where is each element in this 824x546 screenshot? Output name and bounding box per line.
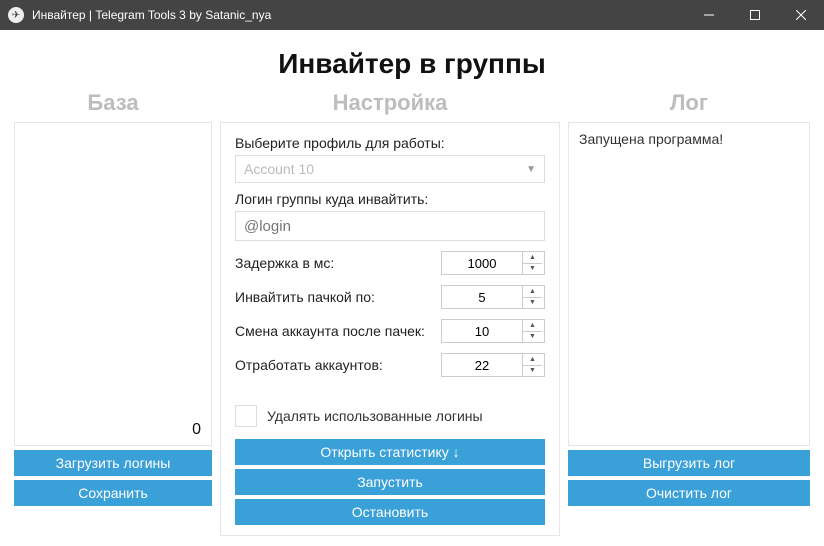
close-button[interactable] — [778, 0, 824, 30]
column-title-settings: Настройка — [220, 90, 560, 116]
accounts-label: Отработать аккаунтов: — [235, 357, 383, 373]
window-title: Инвайтер | Telegram Tools 3 by Satanic_n… — [32, 8, 686, 22]
stop-button[interactable]: Остановить — [235, 499, 545, 525]
spin-down-icon[interactable]: ▼ — [523, 366, 542, 377]
page-title: Инвайтер в группы — [14, 48, 810, 80]
profile-selected-value: Account 10 — [244, 161, 314, 177]
delete-used-label: Удалять использованные логины — [267, 408, 483, 424]
save-button[interactable]: Сохранить — [14, 480, 212, 506]
log-panel: Запущена программа! — [568, 122, 810, 446]
base-count: 0 — [192, 421, 201, 439]
profile-select[interactable]: Account 10 ▼ — [235, 155, 545, 183]
accounts-input[interactable] — [442, 354, 522, 376]
settings-panel: Выберите профиль для работы: Account 10 … — [220, 122, 560, 536]
switch-input[interactable] — [442, 320, 522, 342]
switch-label: Смена аккаунта после пачек: — [235, 323, 425, 339]
base-list[interactable]: 0 — [14, 122, 212, 446]
accounts-stepper[interactable]: ▲▼ — [441, 353, 545, 377]
maximize-button[interactable] — [732, 0, 778, 30]
spin-down-icon[interactable]: ▼ — [523, 332, 542, 343]
batch-label: Инвайтить пачкой по: — [235, 289, 375, 305]
spin-up-icon[interactable]: ▲ — [523, 252, 542, 264]
open-stats-button[interactable]: Открыть статистику ↓ — [235, 439, 545, 465]
spin-up-icon[interactable]: ▲ — [523, 286, 542, 298]
group-label: Логин группы куда инвайтить: — [235, 191, 545, 207]
delay-input[interactable] — [442, 252, 522, 274]
batch-input[interactable] — [442, 286, 522, 308]
app-icon: ✈ — [8, 7, 24, 23]
export-log-button[interactable]: Выгрузить лог — [568, 450, 810, 476]
batch-stepper[interactable]: ▲▼ — [441, 285, 545, 309]
delay-label: Задержка в мс: — [235, 255, 334, 271]
clear-log-button[interactable]: Очистить лог — [568, 480, 810, 506]
load-logins-button[interactable]: Загрузить логины — [14, 450, 212, 476]
minimize-button[interactable] — [686, 0, 732, 30]
spin-down-icon[interactable]: ▼ — [523, 298, 542, 309]
window-controls — [686, 0, 824, 30]
spin-up-icon[interactable]: ▲ — [523, 320, 542, 332]
group-login-input[interactable] — [235, 211, 545, 241]
chevron-down-icon: ▼ — [526, 164, 536, 175]
spin-down-icon[interactable]: ▼ — [523, 264, 542, 275]
log-line: Запущена программа! — [579, 131, 799, 147]
column-title-log: Лог — [568, 90, 810, 116]
switch-stepper[interactable]: ▲▼ — [441, 319, 545, 343]
titlebar: ✈ Инвайтер | Telegram Tools 3 by Satanic… — [0, 0, 824, 30]
spin-up-icon[interactable]: ▲ — [523, 354, 542, 366]
column-title-base: База — [14, 90, 212, 116]
profile-label: Выберите профиль для работы: — [235, 135, 545, 151]
delay-stepper[interactable]: ▲▼ — [441, 251, 545, 275]
start-button[interactable]: Запустить — [235, 469, 545, 495]
delete-used-checkbox[interactable] — [235, 405, 257, 427]
